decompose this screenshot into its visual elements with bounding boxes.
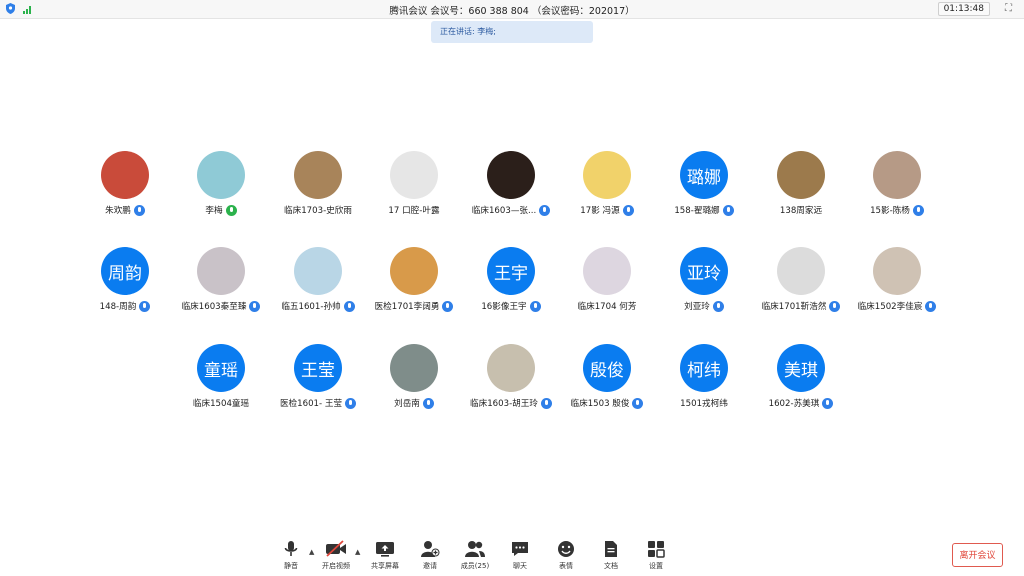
participant-name: 临床1701靳浩然	[761, 302, 827, 312]
microphone-icon	[284, 541, 298, 556]
participant-name: 158-翟璐娜	[674, 206, 720, 216]
chat-label: 聊天	[513, 562, 527, 570]
participant-name: 李梅	[205, 206, 223, 216]
video-off-icon	[326, 540, 346, 557]
participant-name: 1602-苏美琪	[768, 399, 820, 409]
participant-tile[interactable]: 美琪 1602-苏美琪	[741, 344, 861, 418]
avatar	[583, 247, 631, 295]
mic-icon	[139, 300, 151, 312]
avatar	[390, 344, 438, 392]
avatar	[873, 247, 921, 295]
avatar	[197, 247, 245, 295]
participant-name: 17影 冯源	[580, 206, 620, 216]
mic-icon	[632, 397, 644, 409]
avatar: 王宇	[487, 247, 535, 295]
avatar: 美琪	[777, 344, 825, 392]
share-screen-label: 共享屏幕	[371, 562, 399, 570]
participant-name: 17 口腔-叶露	[388, 206, 440, 216]
avatar	[873, 151, 921, 199]
avatar	[390, 151, 438, 199]
share-screen-button[interactable]: 共享屏幕	[363, 540, 407, 574]
mic-icon	[722, 204, 734, 216]
chat-button[interactable]: 聊天	[498, 540, 542, 574]
settings-grid-icon	[648, 541, 665, 558]
video-options-caret[interactable]: ▲	[355, 548, 360, 556]
bottom-toolbar: 静音 ▲ 开启视频 ▲ 共享屏幕 邀请 成员(25) 聊天 表情 文档 设置	[0, 536, 1024, 576]
mic-icon	[422, 397, 434, 409]
participant-name: 临床1603秦至臻	[181, 302, 247, 312]
avatar	[294, 247, 342, 295]
avatar: 王莹	[294, 344, 342, 392]
invite-icon	[421, 541, 440, 557]
participant-grid: 朱欢鹏 李梅 临床1703-史欣雨 17 口腔-叶露 临床1603—张... 1…	[0, 0, 1024, 576]
participant-name: 临床1504童瑶	[192, 399, 250, 409]
participant-name: 16影像王宇	[481, 302, 527, 312]
avatar: 童瑶	[197, 344, 245, 392]
participant-name: 15影-陈杨	[870, 206, 910, 216]
mic-icon	[925, 300, 937, 312]
members-label: 成员(25)	[460, 562, 490, 570]
members-icon	[465, 541, 485, 557]
avatar	[583, 151, 631, 199]
avatar	[777, 247, 825, 295]
participant-name: 1501戎柯纬	[680, 399, 728, 409]
settings-label: 设置	[649, 562, 663, 570]
avatar	[487, 151, 535, 199]
emoji-icon	[558, 541, 574, 557]
avatar: 殷俊	[583, 344, 631, 392]
avatar	[294, 151, 342, 199]
participant-name: 临床1603-胡王玲	[470, 399, 538, 409]
share-screen-icon	[376, 542, 394, 557]
participant-name: 临床1703-史欣雨	[284, 206, 352, 216]
avatar	[101, 151, 149, 199]
invite-label: 邀请	[423, 562, 437, 570]
participant-name: 临床1603—张...	[471, 206, 537, 216]
participant-name: 医检1701李阔勇	[374, 302, 440, 312]
avatar	[390, 247, 438, 295]
avatar	[197, 151, 245, 199]
mic-icon	[912, 204, 924, 216]
document-icon	[605, 541, 617, 557]
start-video-button[interactable]: 开启视频	[314, 540, 358, 574]
participant-tile[interactable]: 临床1502李佳宸	[837, 247, 957, 321]
emoji-label: 表情	[559, 562, 573, 570]
participant-name: 刘岳南	[394, 399, 420, 409]
participant-name: 138周家远	[779, 206, 823, 216]
emoji-button[interactable]: 表情	[544, 540, 588, 574]
mic-icon	[622, 204, 634, 216]
mic-icon	[712, 300, 724, 312]
participant-name: 朱欢鹏	[105, 206, 131, 216]
members-button[interactable]: 成员(25)	[453, 540, 497, 574]
participant-name: 临床1704 何芳	[577, 302, 637, 312]
mute-label: 静音	[284, 562, 298, 570]
avatar: 周韵	[101, 247, 149, 295]
avatar	[487, 344, 535, 392]
participant-name: 148-周韵	[99, 302, 137, 312]
mic-icon	[529, 300, 541, 312]
participant-tile[interactable]: 15影-陈杨	[837, 151, 957, 225]
leave-meeting-button[interactable]: 离开会议	[952, 543, 1003, 567]
participant-name: 医检1601- 王莹	[279, 399, 343, 409]
documents-label: 文档	[604, 562, 618, 570]
invite-button[interactable]: 邀请	[408, 540, 452, 574]
mic-icon	[225, 204, 237, 216]
participant-name: 临五1601-孙帅	[281, 302, 341, 312]
start-video-label: 开启视频	[322, 562, 350, 570]
participant-name: 刘亚玲	[684, 302, 710, 312]
participant-name: 临床1503 殷俊	[570, 399, 630, 409]
mic-icon	[133, 204, 145, 216]
mute-button[interactable]: 静音	[269, 540, 313, 574]
avatar: 璐娜	[680, 151, 728, 199]
documents-button[interactable]: 文档	[589, 540, 633, 574]
participant-name: 临床1502李佳宸	[857, 302, 923, 312]
chat-icon	[512, 542, 528, 556]
mic-icon	[822, 397, 834, 409]
settings-button[interactable]: 设置	[634, 540, 678, 574]
avatar: 亚玲	[680, 247, 728, 295]
avatar: 柯纬	[680, 344, 728, 392]
avatar	[777, 151, 825, 199]
